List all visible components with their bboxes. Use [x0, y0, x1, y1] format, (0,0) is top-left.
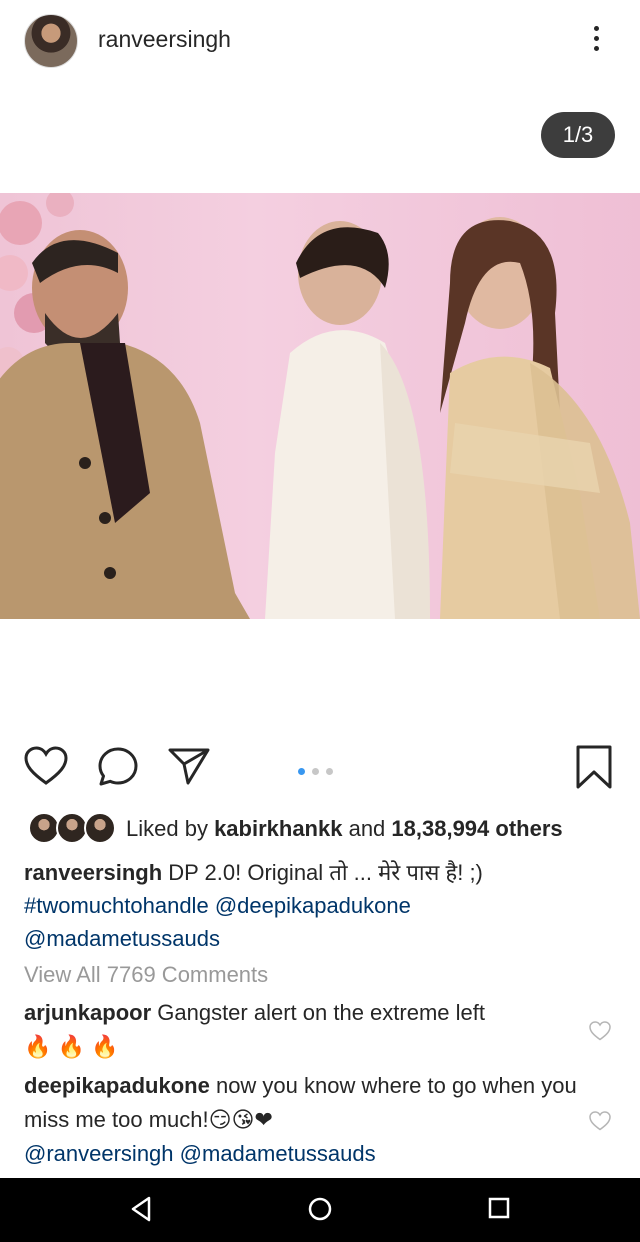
likes-text: Liked by kabirkhankk and 18,38,994 other… [126, 816, 563, 842]
carousel-indicator [298, 762, 340, 780]
caption-mention[interactable]: @deepikapadukone [215, 893, 411, 918]
carousel-counter: 1/3 [541, 112, 615, 158]
carousel-dot [312, 768, 319, 775]
likes-prefix: Liked by [126, 816, 215, 841]
liker-avatar [84, 812, 116, 844]
system-nav-bar [0, 1178, 640, 1242]
post-username[interactable]: ranveersingh [98, 26, 231, 53]
comment-emoji-line: 🔥 🔥 🔥 [24, 1034, 119, 1059]
comment-text: Gangster alert on the extreme left [151, 1000, 485, 1025]
comment-like-icon[interactable] [589, 1021, 611, 1041]
photo-illustration [0, 193, 640, 619]
comment-icon[interactable] [97, 746, 139, 788]
more-vertical-icon[interactable] [584, 22, 608, 58]
caption-username[interactable]: ranveersingh [24, 860, 162, 885]
carousel-dot-active [298, 768, 305, 775]
recents-icon[interactable] [487, 1196, 511, 1220]
comment-item: deepikapadukone now you know where to go… [24, 1069, 584, 1171]
liker-username[interactable]: kabirkhankk [214, 816, 342, 841]
likes-row[interactable]: Liked by kabirkhankk and 18,38,994 other… [24, 810, 624, 846]
profile-avatar[interactable] [24, 14, 78, 68]
bookmark-icon[interactable] [575, 744, 613, 790]
heart-icon[interactable] [24, 746, 68, 786]
post-photo[interactable] [0, 193, 640, 619]
comment-username[interactable]: arjunkapoor [24, 1000, 151, 1025]
action-bar [0, 740, 640, 792]
view-all-comments-link[interactable]: View All 7769 Comments [24, 962, 268, 988]
back-icon[interactable] [130, 1196, 152, 1222]
likes-and: and [342, 816, 392, 841]
post-caption: ranveersingh DP 2.0! Original तो ... मेर… [24, 856, 624, 955]
caption-text: DP 2.0! Original तो ... मेरे पास है! ;) [162, 860, 483, 885]
comment-mention[interactable]: @ranveersingh [24, 1141, 174, 1166]
carousel-dot [326, 768, 333, 775]
post-header: ranveersingh [0, 0, 640, 80]
home-icon[interactable] [307, 1196, 333, 1222]
comment-username[interactable]: deepikapadukone [24, 1073, 210, 1098]
comment-like-icon[interactable] [589, 1111, 611, 1131]
comment-item: arjunkapoor Gangster alert on the extrem… [24, 996, 584, 1064]
comment-mention[interactable]: @madametussauds [180, 1141, 376, 1166]
caption-hashtag[interactable]: #twomuchtohandle [24, 893, 209, 918]
caption-mention[interactable]: @madametussauds [24, 926, 220, 951]
send-icon[interactable] [168, 747, 210, 785]
likes-count[interactable]: 18,38,994 others [391, 816, 562, 841]
